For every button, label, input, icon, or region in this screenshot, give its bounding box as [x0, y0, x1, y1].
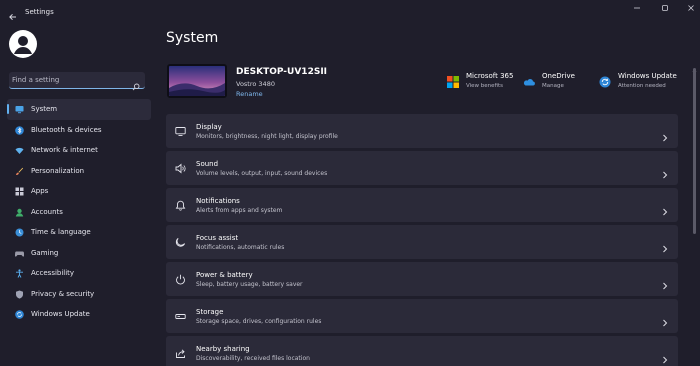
sidebar-item-network[interactable]: Network & internet: [7, 140, 151, 161]
device-wallpaper-thumbnail: [167, 64, 227, 98]
sidebar-item-system[interactable]: System: [7, 99, 151, 120]
card-storage[interactable]: Storage Storage space, drives, configura…: [166, 299, 678, 333]
wifi-icon: [15, 146, 24, 155]
shield-icon: [15, 290, 24, 299]
sidebar-item-bluetooth[interactable]: Bluetooth & devices: [7, 120, 151, 141]
card-title: Power & battery: [196, 271, 253, 279]
sidebar-item-label: Gaming: [31, 248, 59, 257]
accessibility-icon: [15, 269, 24, 278]
windows-update-icon: [599, 73, 611, 88]
share-icon: [175, 348, 186, 359]
sidebar-item-label: Time & language: [31, 228, 91, 236]
sidebar-item-label: Windows Update: [31, 310, 90, 318]
card-subtitle: Discoverability, received files location: [196, 355, 310, 362]
system-icon: [15, 105, 24, 114]
bell-icon: [175, 200, 186, 211]
page-title: System: [166, 30, 219, 46]
person-icon: [15, 208, 24, 217]
chevron-right-icon: [662, 164, 668, 179]
chevron-right-icon: [662, 201, 668, 216]
search-box[interactable]: [9, 72, 145, 91]
device-model: Vostro 3480: [236, 80, 275, 88]
window-title: Settings: [25, 8, 54, 16]
device-name: DESKTOP-UV12SII: [236, 67, 328, 77]
power-icon: [175, 274, 186, 285]
moon-icon: [175, 237, 186, 248]
minimize-icon[interactable]: [632, 3, 642, 13]
microsoft-365-icon: [447, 73, 459, 88]
storage-icon: [175, 311, 186, 322]
paintbrush-icon: [15, 167, 24, 176]
chevron-right-icon: [662, 127, 668, 142]
sidebar: System Bluetooth & devices Network & int…: [0, 26, 155, 366]
quick-link-subtitle: Manage: [542, 83, 564, 89]
chevron-right-icon: [662, 238, 668, 253]
search-icon[interactable]: [132, 76, 140, 91]
bluetooth-icon: [15, 125, 24, 135]
card-title: Notifications: [196, 197, 240, 205]
card-display[interactable]: Display Monitors, brightness, night ligh…: [166, 114, 678, 148]
sidebar-item-label: Accessibility: [31, 269, 75, 277]
quick-link-title: Windows Update: [618, 72, 677, 80]
sidebar-item-accounts[interactable]: Accounts: [7, 202, 151, 223]
card-power-battery[interactable]: Power & battery Sleep, battery usage, ba…: [166, 262, 678, 296]
card-subtitle: Volume levels, output, input, sound devi…: [196, 170, 328, 177]
title-bar: Settings: [0, 0, 700, 26]
card-title: Sound: [196, 160, 219, 168]
sidebar-nav: System Bluetooth & devices Network & int…: [7, 99, 151, 325]
sidebar-item-gaming[interactable]: Gaming: [7, 243, 151, 264]
card-subtitle: Alerts from apps and system: [196, 207, 283, 214]
gamepad-icon: [15, 249, 24, 258]
quick-link-subtitle: View benefits: [466, 83, 504, 89]
rename-link[interactable]: Rename: [236, 90, 263, 98]
sidebar-item-label: Network & internet: [31, 146, 98, 154]
sidebar-item-label: Apps: [31, 187, 49, 195]
onedrive-icon: [523, 73, 535, 86]
avatar[interactable]: [9, 30, 37, 58]
card-sound[interactable]: Sound Volume levels, output, input, soun…: [166, 151, 678, 185]
sidebar-item-apps[interactable]: Apps: [7, 181, 151, 202]
chevron-right-icon: [662, 349, 668, 364]
sidebar-item-time-language[interactable]: Time & language: [7, 222, 151, 243]
scrollbar[interactable]: [693, 68, 696, 234]
chevron-right-icon: [662, 275, 668, 290]
apps-icon: [15, 187, 24, 196]
card-title: Focus assist: [196, 234, 239, 242]
card-subtitle: Sleep, battery usage, battery saver: [196, 281, 303, 288]
sidebar-item-label: Accounts: [31, 207, 63, 216]
back-arrow-icon[interactable]: [8, 7, 18, 21]
chevron-right-icon: [662, 312, 668, 327]
scroll-up-arrow-icon[interactable]: [692, 58, 697, 72]
sidebar-item-personalization[interactable]: Personalization: [7, 161, 151, 182]
card-notifications[interactable]: Notifications Alerts from apps and syste…: [166, 188, 678, 222]
close-icon[interactable]: [686, 3, 696, 13]
sidebar-item-privacy-security[interactable]: Privacy & security: [7, 284, 151, 305]
sidebar-item-label: System: [31, 105, 58, 113]
card-title: Display: [196, 123, 222, 131]
card-focus-assist[interactable]: Focus assist Notifications, automatic ru…: [166, 225, 678, 259]
speaker-icon: [175, 163, 186, 174]
card-subtitle: Notifications, automatic rules: [196, 244, 285, 251]
globe-clock-icon: [15, 228, 24, 237]
quick-link-title: Microsoft 365: [466, 72, 514, 80]
sidebar-item-label: Bluetooth & devices: [31, 125, 102, 134]
quick-link-title: OneDrive: [542, 72, 575, 80]
sidebar-item-label: Personalization: [31, 166, 85, 175]
maximize-icon[interactable]: [660, 3, 670, 13]
sidebar-item-accessibility[interactable]: Accessibility: [7, 263, 151, 284]
card-title: Storage: [196, 308, 224, 316]
sidebar-item-windows-update[interactable]: Windows Update: [7, 304, 151, 325]
sidebar-item-label: Privacy & security: [31, 289, 95, 298]
card-subtitle: Monitors, brightness, night light, displ…: [196, 133, 338, 140]
card-title: Nearby sharing: [196, 345, 250, 353]
card-nearby-sharing[interactable]: Nearby sharing Discoverability, received…: [166, 336, 678, 366]
settings-list: Display Monitors, brightness, night ligh…: [166, 114, 678, 366]
search-input[interactable]: [12, 72, 124, 88]
windows-update-icon: [15, 310, 24, 319]
monitor-icon: [175, 126, 186, 137]
quick-link-subtitle: Attention needed: [618, 83, 666, 89]
card-subtitle: Storage space, drives, configuration rul…: [196, 318, 322, 325]
